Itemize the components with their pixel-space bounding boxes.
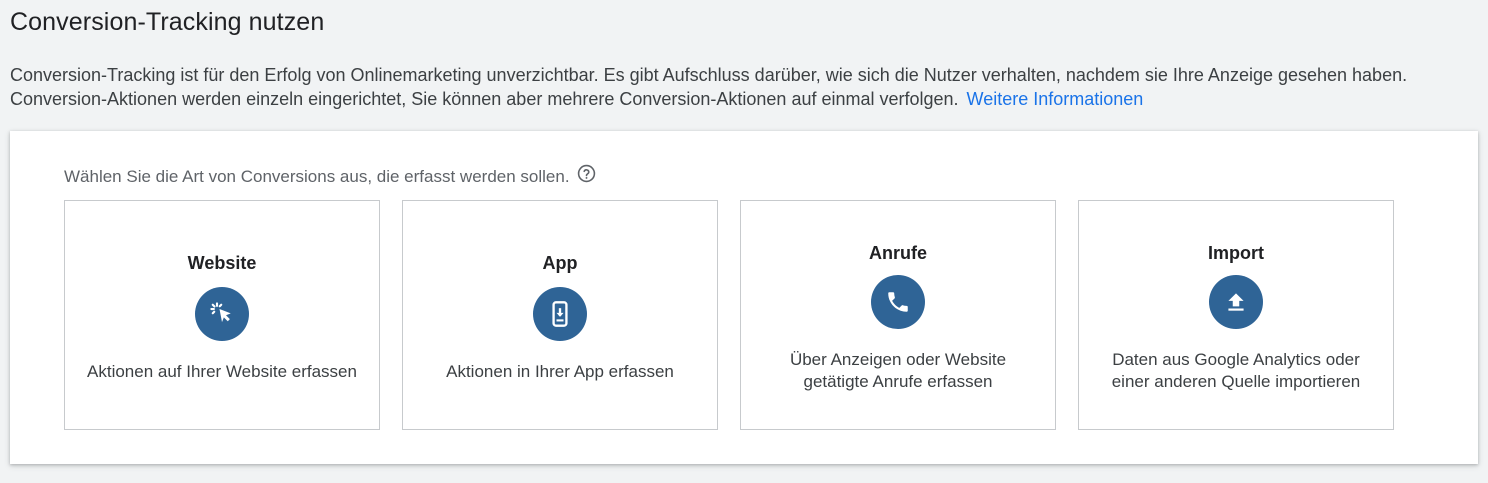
conversion-type-prompt: Wählen Sie die Art von Conversions aus, … — [64, 164, 596, 187]
card-app[interactable]: App Aktionen in Ihrer App erfassen — [402, 200, 718, 430]
card-description: Daten aus Google Analytics oder einer an… — [1111, 350, 1361, 391]
card-title: Anrufe — [869, 243, 927, 263]
help-circle-icon[interactable] — [577, 164, 596, 183]
card-website[interactable]: Website Aktionen auf Ihrer Website erfas… — [64, 200, 380, 430]
conversion-type-panel: Wählen Sie die Art von Conversions aus, … — [10, 131, 1478, 464]
card-title: Website — [187, 253, 257, 273]
card-description: Aktionen auf Ihrer Website erfassen — [87, 362, 357, 381]
intro-text-block: Conversion-Tracking ist für den Erfolg v… — [10, 63, 1450, 111]
learn-more-link[interactable]: Weitere Informationen — [967, 89, 1144, 109]
prompt-label: Wählen Sie die Art von Conversions aus, … — [64, 167, 570, 186]
card-title: Import — [1208, 243, 1264, 263]
card-calls[interactable]: Anrufe Über Anzeigen oder Website getäti… — [740, 200, 1056, 430]
phone-call-icon — [871, 275, 925, 329]
page-title: Conversion-Tracking nutzen — [10, 8, 325, 36]
upload-icon — [1209, 275, 1263, 329]
card-description: Über Anzeigen oder Website getätigte Anr… — [789, 350, 1007, 391]
card-import[interactable]: Import Daten aus Google Analytics oder e… — [1078, 200, 1394, 430]
conversion-type-cards: Website Aktionen auf Ihrer Website erfas… — [64, 200, 1394, 430]
intro-text: Conversion-Tracking ist für den Erfolg v… — [10, 65, 1408, 109]
cursor-click-icon — [195, 287, 249, 341]
card-title: App — [542, 253, 578, 273]
phone-download-icon — [533, 287, 587, 341]
card-description: Aktionen in Ihrer App erfassen — [446, 362, 674, 381]
